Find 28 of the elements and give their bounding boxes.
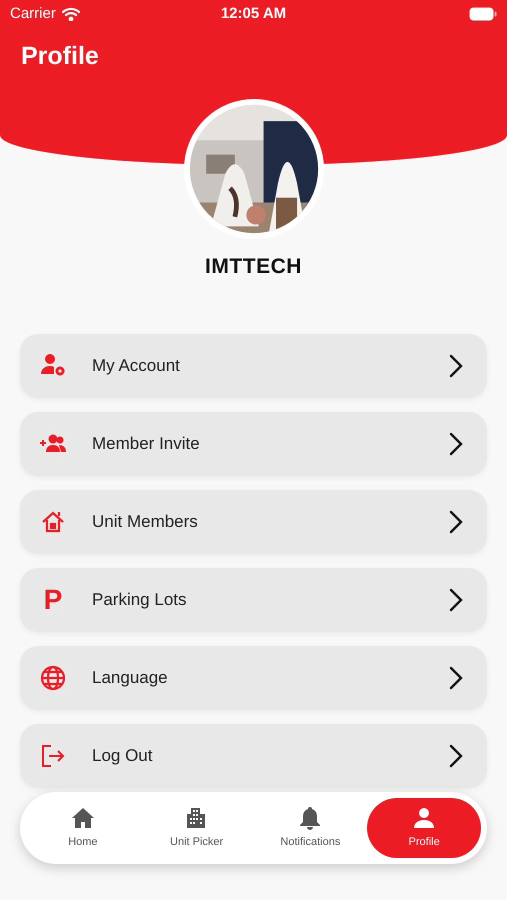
chevron-right-icon (449, 510, 463, 534)
chevron-right-icon (449, 588, 463, 612)
menu-item[interactable]: P Parking Lots (20, 568, 487, 632)
carrier-label: Carrier (10, 4, 56, 24)
person-icon (412, 806, 436, 830)
logout-icon (39, 742, 67, 770)
tab[interactable]: Unit Picker (140, 798, 254, 858)
page-title: Profile (21, 44, 100, 69)
chevron-right-icon (449, 666, 463, 690)
tab[interactable]: Home (26, 798, 140, 858)
chevron-right-icon (449, 354, 463, 378)
menu-item[interactable]: Member Invite (20, 412, 487, 476)
menu-item[interactable]: Unit Members (20, 490, 487, 554)
user-name: IMTTECH (205, 256, 302, 277)
wifi-icon (62, 7, 80, 21)
menu-item[interactable]: My Account (20, 334, 487, 398)
tab[interactable]: Profile (367, 798, 481, 858)
status-time: 12:05 AM (220, 4, 286, 24)
battery-icon (469, 7, 497, 21)
chevron-right-icon (449, 744, 463, 768)
bell-icon (298, 806, 322, 830)
parking-icon: P (39, 586, 67, 614)
globe-icon (39, 664, 67, 692)
menu-item[interactable]: Log Out (20, 724, 487, 788)
menu-item[interactable]: Language (20, 646, 487, 710)
chevron-right-icon (449, 432, 463, 456)
tab[interactable]: Notifications (254, 798, 368, 858)
home-icon (70, 806, 95, 830)
